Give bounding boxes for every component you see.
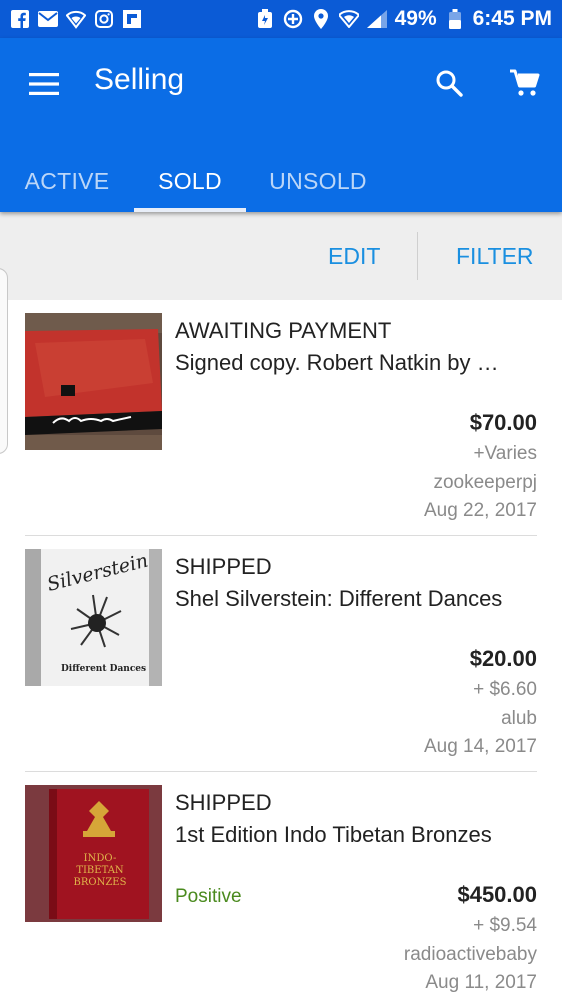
tab-unsold[interactable]: UNSOLD [256, 150, 380, 212]
page-title: Selling [94, 63, 185, 96]
thumbnail-lettering-tibetan: TIBETAN [76, 865, 124, 876]
edge-panel-handle[interactable] [0, 268, 8, 454]
item-title[interactable]: Shel Silverstein: Different Dances [175, 586, 537, 612]
item-date: Aug 22, 2017 [423, 500, 537, 521]
status-bar-notifications [10, 9, 142, 29]
search-icon [436, 70, 463, 97]
wifi-shield-icon [66, 9, 86, 29]
item-title[interactable]: Signed copy. Robert Natkin by … [175, 350, 537, 376]
cart-button[interactable] [504, 62, 546, 104]
tab-sold[interactable]: SOLD [134, 150, 246, 212]
flipboard-icon [122, 9, 142, 29]
status-bar: 49% 6:45 PM [0, 0, 562, 38]
item-price: $70.00 [469, 410, 537, 435]
battery-percentage: 49% [394, 7, 437, 30]
item-shipping: +Varies [473, 443, 537, 464]
shopping-cart-icon [510, 69, 540, 96]
item-status: AWAITING PAYMENT [175, 318, 392, 343]
item-price: $450.00 [457, 882, 537, 907]
hamburger-menu-icon [29, 73, 59, 95]
item-buyer[interactable]: zookeeperpj [433, 472, 537, 494]
list-item[interactable]: Silverstein Different Dances SHIPPED She… [0, 536, 562, 772]
item-price: $20.00 [469, 646, 537, 671]
item-date: Aug 11, 2017 [425, 972, 537, 993]
item-shipping: + $6.60 [473, 679, 537, 700]
item-shipping: + $9.54 [473, 915, 537, 936]
feedback-badge: Positive [175, 886, 242, 907]
search-button[interactable] [428, 62, 470, 104]
status-bar-system: 49% 6:45 PM [255, 7, 552, 31]
facebook-icon [10, 9, 30, 29]
thumbnail-lettering-bronzes: BRONZES [74, 877, 127, 888]
item-thumbnail[interactable]: Silverstein Different Dances [25, 549, 162, 686]
tab-active[interactable]: ACTIVE [8, 150, 126, 212]
list-item[interactable]: AWAITING PAYMENT Signed copy. Robert Nat… [0, 300, 562, 536]
item-date: Aug 14, 2017 [423, 736, 537, 757]
list-toolbar: EDIT FILTER [0, 212, 562, 300]
item-title[interactable]: 1st Edition Indo Tibetan Bronzes [175, 822, 537, 848]
tab-bar: ACTIVE SOLD UNSOLD [0, 150, 562, 212]
edit-button[interactable]: EDIT [328, 212, 380, 300]
list-item[interactable]: INDO- TIBETAN BRONZES SHIPPED 1st Editio… [0, 772, 562, 1008]
sold-items-list: AWAITING PAYMENT Signed copy. Robert Nat… [0, 300, 562, 1008]
data-saver-icon [283, 9, 303, 29]
thumbnail-lettering-indo: INDO- [84, 853, 117, 864]
clock: 6:45 PM [472, 7, 552, 30]
app-bar: Selling ACTIVE SOLD UNSOLD [0, 38, 562, 212]
battery-saver-icon [255, 9, 275, 29]
tab-indicator [134, 208, 246, 212]
instagram-icon [94, 9, 114, 29]
thumbnail-lettering-different-dances: Different Dances [61, 664, 146, 674]
wifi-icon [338, 9, 359, 29]
item-buyer[interactable]: radioactivebaby [404, 944, 537, 966]
toolbar-divider [417, 232, 418, 280]
item-thumbnail[interactable]: INDO- TIBETAN BRONZES [25, 785, 162, 922]
item-status: SHIPPED [175, 554, 272, 579]
filter-button[interactable]: FILTER [456, 212, 534, 300]
signal-icon [366, 9, 387, 29]
item-buyer[interactable]: alub [501, 708, 537, 730]
item-thumbnail[interactable] [25, 313, 162, 450]
item-status: SHIPPED [175, 790, 272, 815]
menu-button[interactable] [24, 64, 64, 104]
mail-icon [38, 9, 58, 29]
location-icon [311, 9, 331, 29]
battery-icon [445, 9, 465, 29]
